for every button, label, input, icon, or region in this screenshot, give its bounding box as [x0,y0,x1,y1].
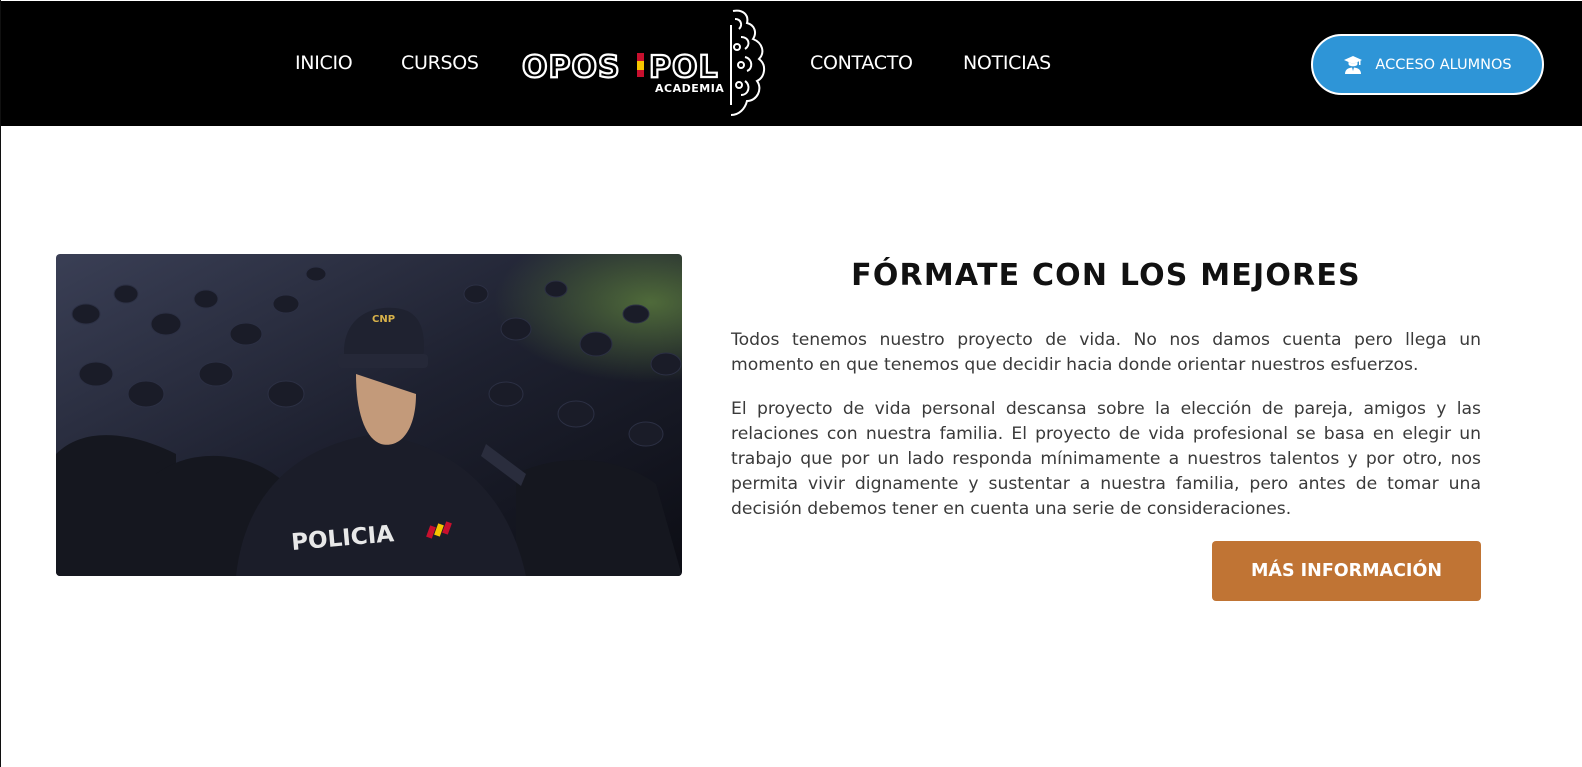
police-crowd-image: CNP POLICIA [56,254,682,576]
cap-badge-text: CNP [372,314,395,325]
svg-text:ACADEMIA: ACADEMIA [655,82,724,95]
svg-text:OPOS: OPOS [522,50,621,85]
site-logo[interactable]: OPOS POL ACADEMIA [521,5,776,119]
student-graduate-icon [1344,55,1363,74]
nav-link-cursos[interactable]: CURSOS [401,52,479,74]
detail-paragraph: El proyecto de vida personal descansa so… [731,399,1481,519]
logo-graphic: OPOS POL ACADEMIA [521,9,765,116]
intro-paragraph: Todos tenemos nuestro proyecto de vida. … [731,330,1481,375]
more-info-button[interactable]: MÁS INFORMACIÓN [1212,541,1481,601]
access-students-button[interactable]: ACCESO ALUMNOS [1311,34,1544,95]
svg-text:POL: POL [649,50,719,85]
nav-link-noticias[interactable]: NOTICIAS [963,52,1051,74]
nav-link-contacto[interactable]: CONTACTO [810,52,913,74]
nav-link-inicio[interactable]: INICIO [295,52,353,74]
site-header: INICIO CURSOS OPOS POL ACADEMIA CONTACTO… [1,1,1582,126]
section-title: FÓRMATE CON LOS MEJORES [851,258,1361,293]
police-photo: CNP POLICIA [56,254,682,576]
access-students-label: ACCESO ALUMNOS [1375,56,1512,73]
